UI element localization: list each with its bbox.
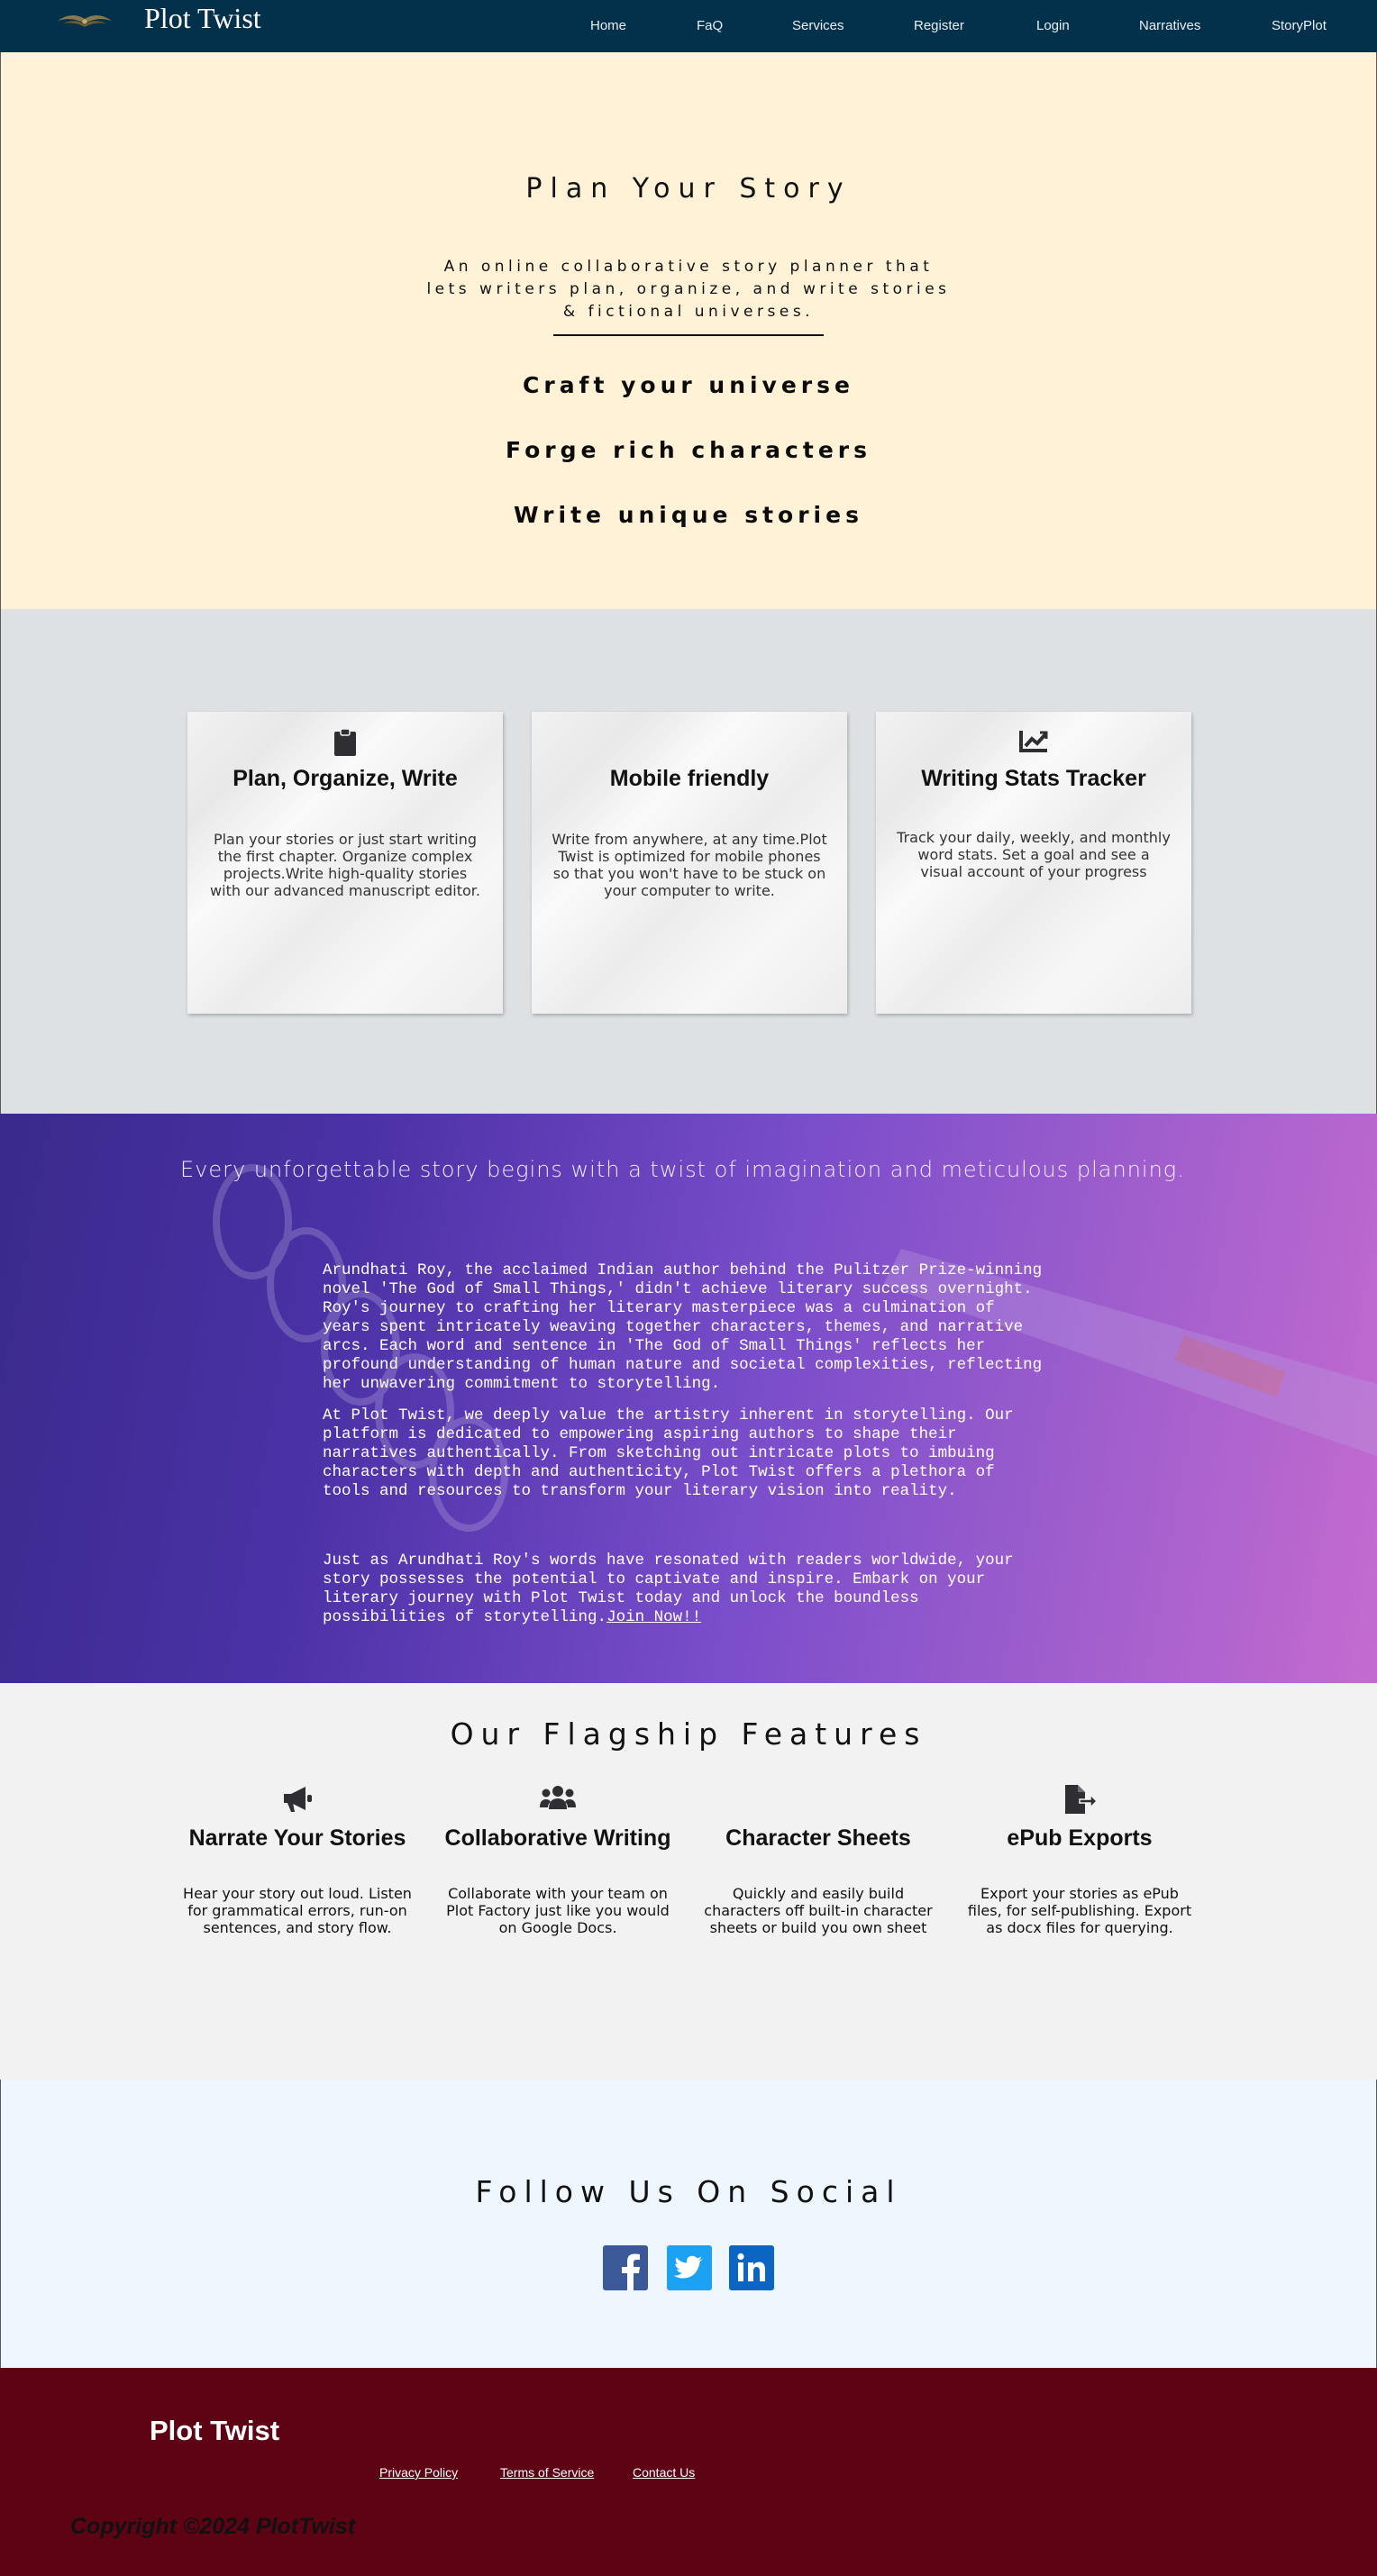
nav-storyplot[interactable]: StoryPlot (1272, 16, 1327, 36)
feature-title: ePub Exports (1007, 1825, 1153, 1851)
hero-point-characters: Forge rich characters (506, 437, 871, 463)
feature-text: Hear your story out loud. Listen for gra… (183, 1885, 412, 1936)
card-stats: Writing Stats Tracker Track your daily, … (876, 712, 1191, 1014)
join-now-link[interactable]: Join Now!! (606, 1608, 701, 1626)
top-navbar: Plot Twist Home FaQ Services Register Lo… (0, 0, 1377, 52)
linkedin-icon[interactable] (729, 2245, 774, 2290)
card-title: Mobile friendly (609, 766, 770, 791)
hero-point-stories: Write unique stories (514, 502, 863, 528)
nav-faq[interactable]: FaQ (697, 16, 723, 36)
footer-brand: Plot Twist (150, 2415, 280, 2446)
card-plan: Plan, Organize, Write Plan your stories … (187, 712, 503, 1014)
social-title: Follow Us On Social (475, 2174, 902, 2209)
users-icon (441, 1784, 675, 1816)
feature-title: Collaborative Writing (444, 1825, 671, 1851)
hero-point-universe: Craft your universe (523, 372, 854, 398)
nav-services[interactable]: Services (792, 16, 844, 36)
story-paragraph-plot-twist: At Plot Twist, we deeply value the artis… (323, 1406, 1014, 1500)
social-section (0, 2080, 1377, 2368)
hero-subtitle: An online collaborative story planner th… (426, 258, 951, 321)
logo-icon[interactable] (54, 7, 115, 34)
features-title: Our Flagship Features (450, 1716, 927, 1752)
card-text: Write from anywhere, at any time.Plot Tw… (552, 831, 827, 899)
card-text: Plan your stories or just start writing … (210, 831, 480, 899)
card-title: Writing Stats Tracker (921, 766, 1146, 791)
hero-title: Plan Your Story (525, 173, 852, 205)
card-text: Track your daily, weekly, and monthly wo… (897, 829, 1171, 880)
nav-register[interactable]: Register (914, 16, 964, 36)
feature-text: Collaborate with your team on Plot Facto… (446, 1885, 670, 1936)
nav-home[interactable]: Home (590, 16, 626, 36)
feature-text: Export your stories as ePub files, for s… (967, 1885, 1192, 1936)
twitter-icon[interactable] (667, 2245, 712, 2290)
feature-title: Narrate Your Stories (188, 1825, 406, 1851)
hero-divider (553, 334, 824, 336)
nav-login[interactable]: Login (1036, 16, 1070, 36)
facebook-icon[interactable] (603, 2245, 648, 2290)
feature-title: Character Sheets (725, 1825, 911, 1851)
feature-text: Quickly and easily build characters off … (704, 1885, 933, 1936)
story-paragraph-cta: Just as Arundhati Roy's words have reson… (323, 1552, 1044, 1627)
story-heading: Every unforgettable story begins with a … (180, 1157, 1185, 1182)
megaphone-icon (180, 1784, 415, 1817)
contact-us-link[interactable]: Contact Us (633, 2465, 695, 2480)
card-title: Plan, Organize, Write (233, 766, 458, 791)
privacy-policy-link[interactable]: Privacy Policy (379, 2465, 458, 2480)
story-paragraph-roy: Arundhati Roy, the acclaimed Indian auth… (323, 1261, 1043, 1393)
chart-line-icon (876, 728, 1191, 758)
card-mobile: Mobile friendly Write from anywhere, at … (532, 712, 847, 1014)
copyright: Copyright ©2024 PlotTwist (70, 2514, 356, 2539)
clipboard-icon (187, 728, 503, 761)
nav-narratives[interactable]: Narratives (1139, 16, 1200, 36)
brand-name[interactable]: Plot Twist (144, 0, 261, 36)
terms-of-service-link[interactable]: Terms of Service (500, 2465, 594, 2480)
file-export-icon (962, 1784, 1197, 1819)
